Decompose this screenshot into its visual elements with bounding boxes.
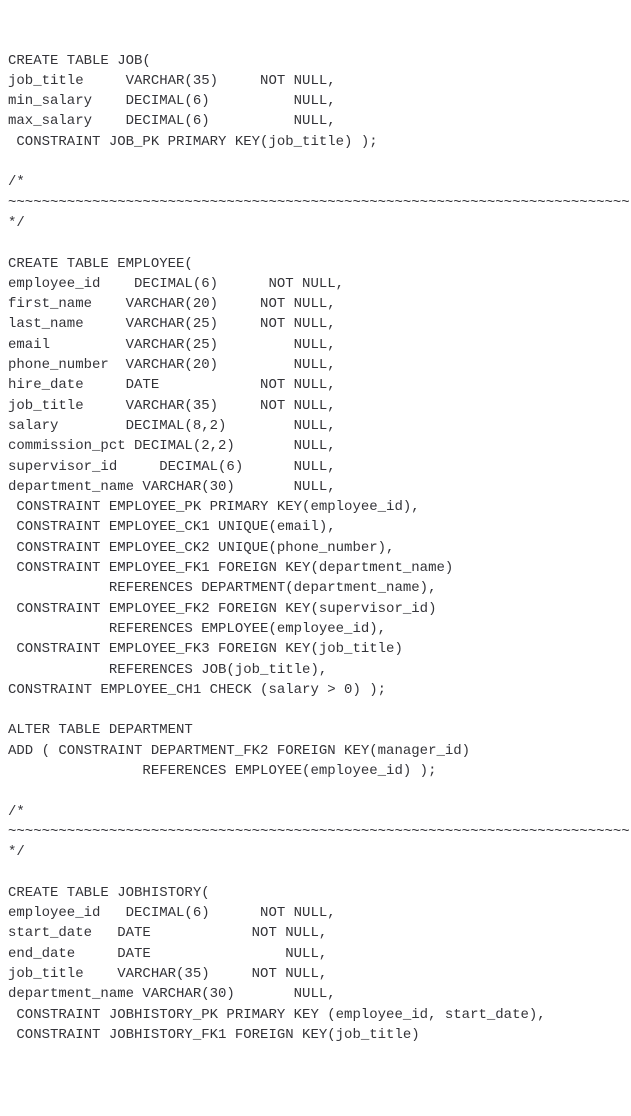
code-line: job_title VARCHAR(35) NOT NULL, (8, 71, 623, 91)
code-line: salary DECIMAL(8,2) NULL, (8, 416, 623, 436)
code-line: */ (8, 842, 623, 862)
code-line: CREATE TABLE EMPLOYEE( (8, 254, 623, 274)
code-line: job_title VARCHAR(35) NOT NULL, (8, 396, 623, 416)
code-line: CONSTRAINT EMPLOYEE_PK PRIMARY KEY(emplo… (8, 497, 623, 517)
code-line: ~~~~~~~~~~~~~~~~~~~~~~~~~~~~~~~~~~~~~~~~… (8, 193, 623, 213)
code-line: first_name VARCHAR(20) NOT NULL, (8, 294, 623, 314)
code-line: employee_id DECIMAL(6) NOT NULL, (8, 903, 623, 923)
code-line: ADD ( CONSTRAINT DEPARTMENT_FK2 FOREIGN … (8, 741, 623, 761)
code-line: phone_number VARCHAR(20) NULL, (8, 355, 623, 375)
code-line: email VARCHAR(25) NULL, (8, 335, 623, 355)
code-line: min_salary DECIMAL(6) NULL, (8, 91, 623, 111)
code-line: CONSTRAINT EMPLOYEE_CK2 UNIQUE(phone_num… (8, 538, 623, 558)
code-line: department_name VARCHAR(30) NULL, (8, 477, 623, 497)
code-line: commission_pct DECIMAL(2,2) NULL, (8, 436, 623, 456)
code-line: max_salary DECIMAL(6) NULL, (8, 111, 623, 131)
code-line: CONSTRAINT EMPLOYEE_FK2 FOREIGN KEY(supe… (8, 599, 623, 619)
code-line: ~~~~~~~~~~~~~~~~~~~~~~~~~~~~~~~~~~~~~~~~… (8, 822, 623, 842)
code-line: CONSTRAINT JOB_PK PRIMARY KEY(job_title)… (8, 132, 623, 152)
code-line: employee_id DECIMAL(6) NOT NULL, (8, 274, 623, 294)
code-line: hire_date DATE NOT NULL, (8, 375, 623, 395)
code-line (8, 781, 623, 801)
code-line: CONSTRAINT EMPLOYEE_FK3 FOREIGN KEY(job_… (8, 639, 623, 659)
code-line: ALTER TABLE DEPARTMENT (8, 720, 623, 740)
code-line: */ (8, 213, 623, 233)
code-line (8, 233, 623, 253)
code-line: CREATE TABLE JOBHISTORY( (8, 883, 623, 903)
code-line: CONSTRAINT JOBHISTORY_PK PRIMARY KEY (em… (8, 1005, 623, 1025)
code-line: department_name VARCHAR(30) NULL, (8, 984, 623, 1004)
code-line: /* (8, 802, 623, 822)
code-line: job_title VARCHAR(35) NOT NULL, (8, 964, 623, 984)
code-line: supervisor_id DECIMAL(6) NULL, (8, 457, 623, 477)
sql-code-block: CREATE TABLE JOB(job_title VARCHAR(35) N… (8, 51, 623, 1046)
code-line: REFERENCES EMPLOYEE(employee_id) ); (8, 761, 623, 781)
code-line (8, 152, 623, 172)
code-line: CONSTRAINT EMPLOYEE_CK1 UNIQUE(email), (8, 517, 623, 537)
code-line: CONSTRAINT EMPLOYEE_CH1 CHECK (salary > … (8, 680, 623, 700)
code-line (8, 862, 623, 882)
code-line: CREATE TABLE JOB( (8, 51, 623, 71)
code-line: start_date DATE NOT NULL, (8, 923, 623, 943)
code-line: /* (8, 172, 623, 192)
code-line: CONSTRAINT EMPLOYEE_FK1 FOREIGN KEY(depa… (8, 558, 623, 578)
code-line: REFERENCES DEPARTMENT(department_name), (8, 578, 623, 598)
code-line: last_name VARCHAR(25) NOT NULL, (8, 314, 623, 334)
code-line: CONSTRAINT JOBHISTORY_FK1 FOREIGN KEY(jo… (8, 1025, 623, 1045)
code-line: REFERENCES JOB(job_title), (8, 660, 623, 680)
code-line: end_date DATE NULL, (8, 944, 623, 964)
code-line (8, 700, 623, 720)
code-line: REFERENCES EMPLOYEE(employee_id), (8, 619, 623, 639)
